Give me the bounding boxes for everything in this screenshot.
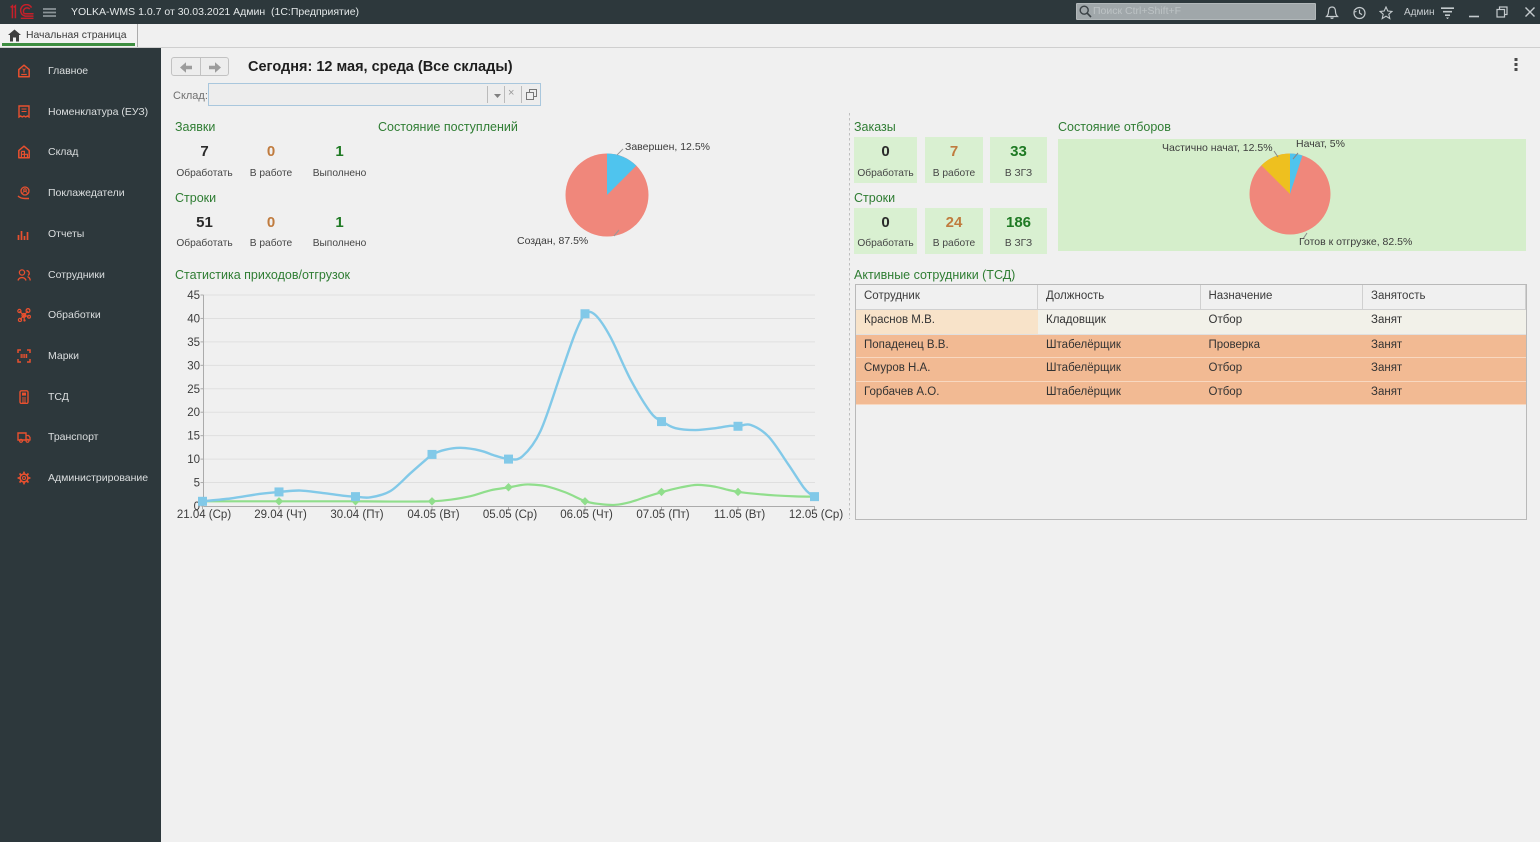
svg-text:05.05 (Ср): 05.05 (Ср) bbox=[483, 509, 538, 521]
svg-text:12.05 (Ср): 12.05 (Ср) bbox=[789, 509, 844, 521]
svg-text:29.04 (Чт): 29.04 (Чт) bbox=[254, 509, 307, 521]
svg-text:35: 35 bbox=[187, 337, 200, 349]
svg-text:04.05 (Вт): 04.05 (Вт) bbox=[407, 509, 459, 521]
svg-text:45: 45 bbox=[187, 290, 200, 302]
svg-text:30.04 (Пт): 30.04 (Пт) bbox=[330, 509, 383, 521]
svg-text:11.05 (Вт): 11.05 (Вт) bbox=[714, 509, 766, 521]
svg-text:25: 25 bbox=[187, 384, 200, 396]
svg-text:07.05 (Пт): 07.05 (Пт) bbox=[636, 509, 689, 521]
svg-text:06.05 (Чт): 06.05 (Чт) bbox=[560, 509, 613, 521]
svg-text:5: 5 bbox=[194, 478, 200, 490]
svg-text:30: 30 bbox=[187, 360, 200, 372]
svg-text:21.04 (Ср): 21.04 (Ср) bbox=[177, 509, 232, 521]
svg-text:40: 40 bbox=[187, 313, 200, 325]
svg-text:10: 10 bbox=[187, 454, 200, 466]
svg-text:20: 20 bbox=[187, 407, 200, 419]
svg-text:15: 15 bbox=[187, 431, 200, 443]
